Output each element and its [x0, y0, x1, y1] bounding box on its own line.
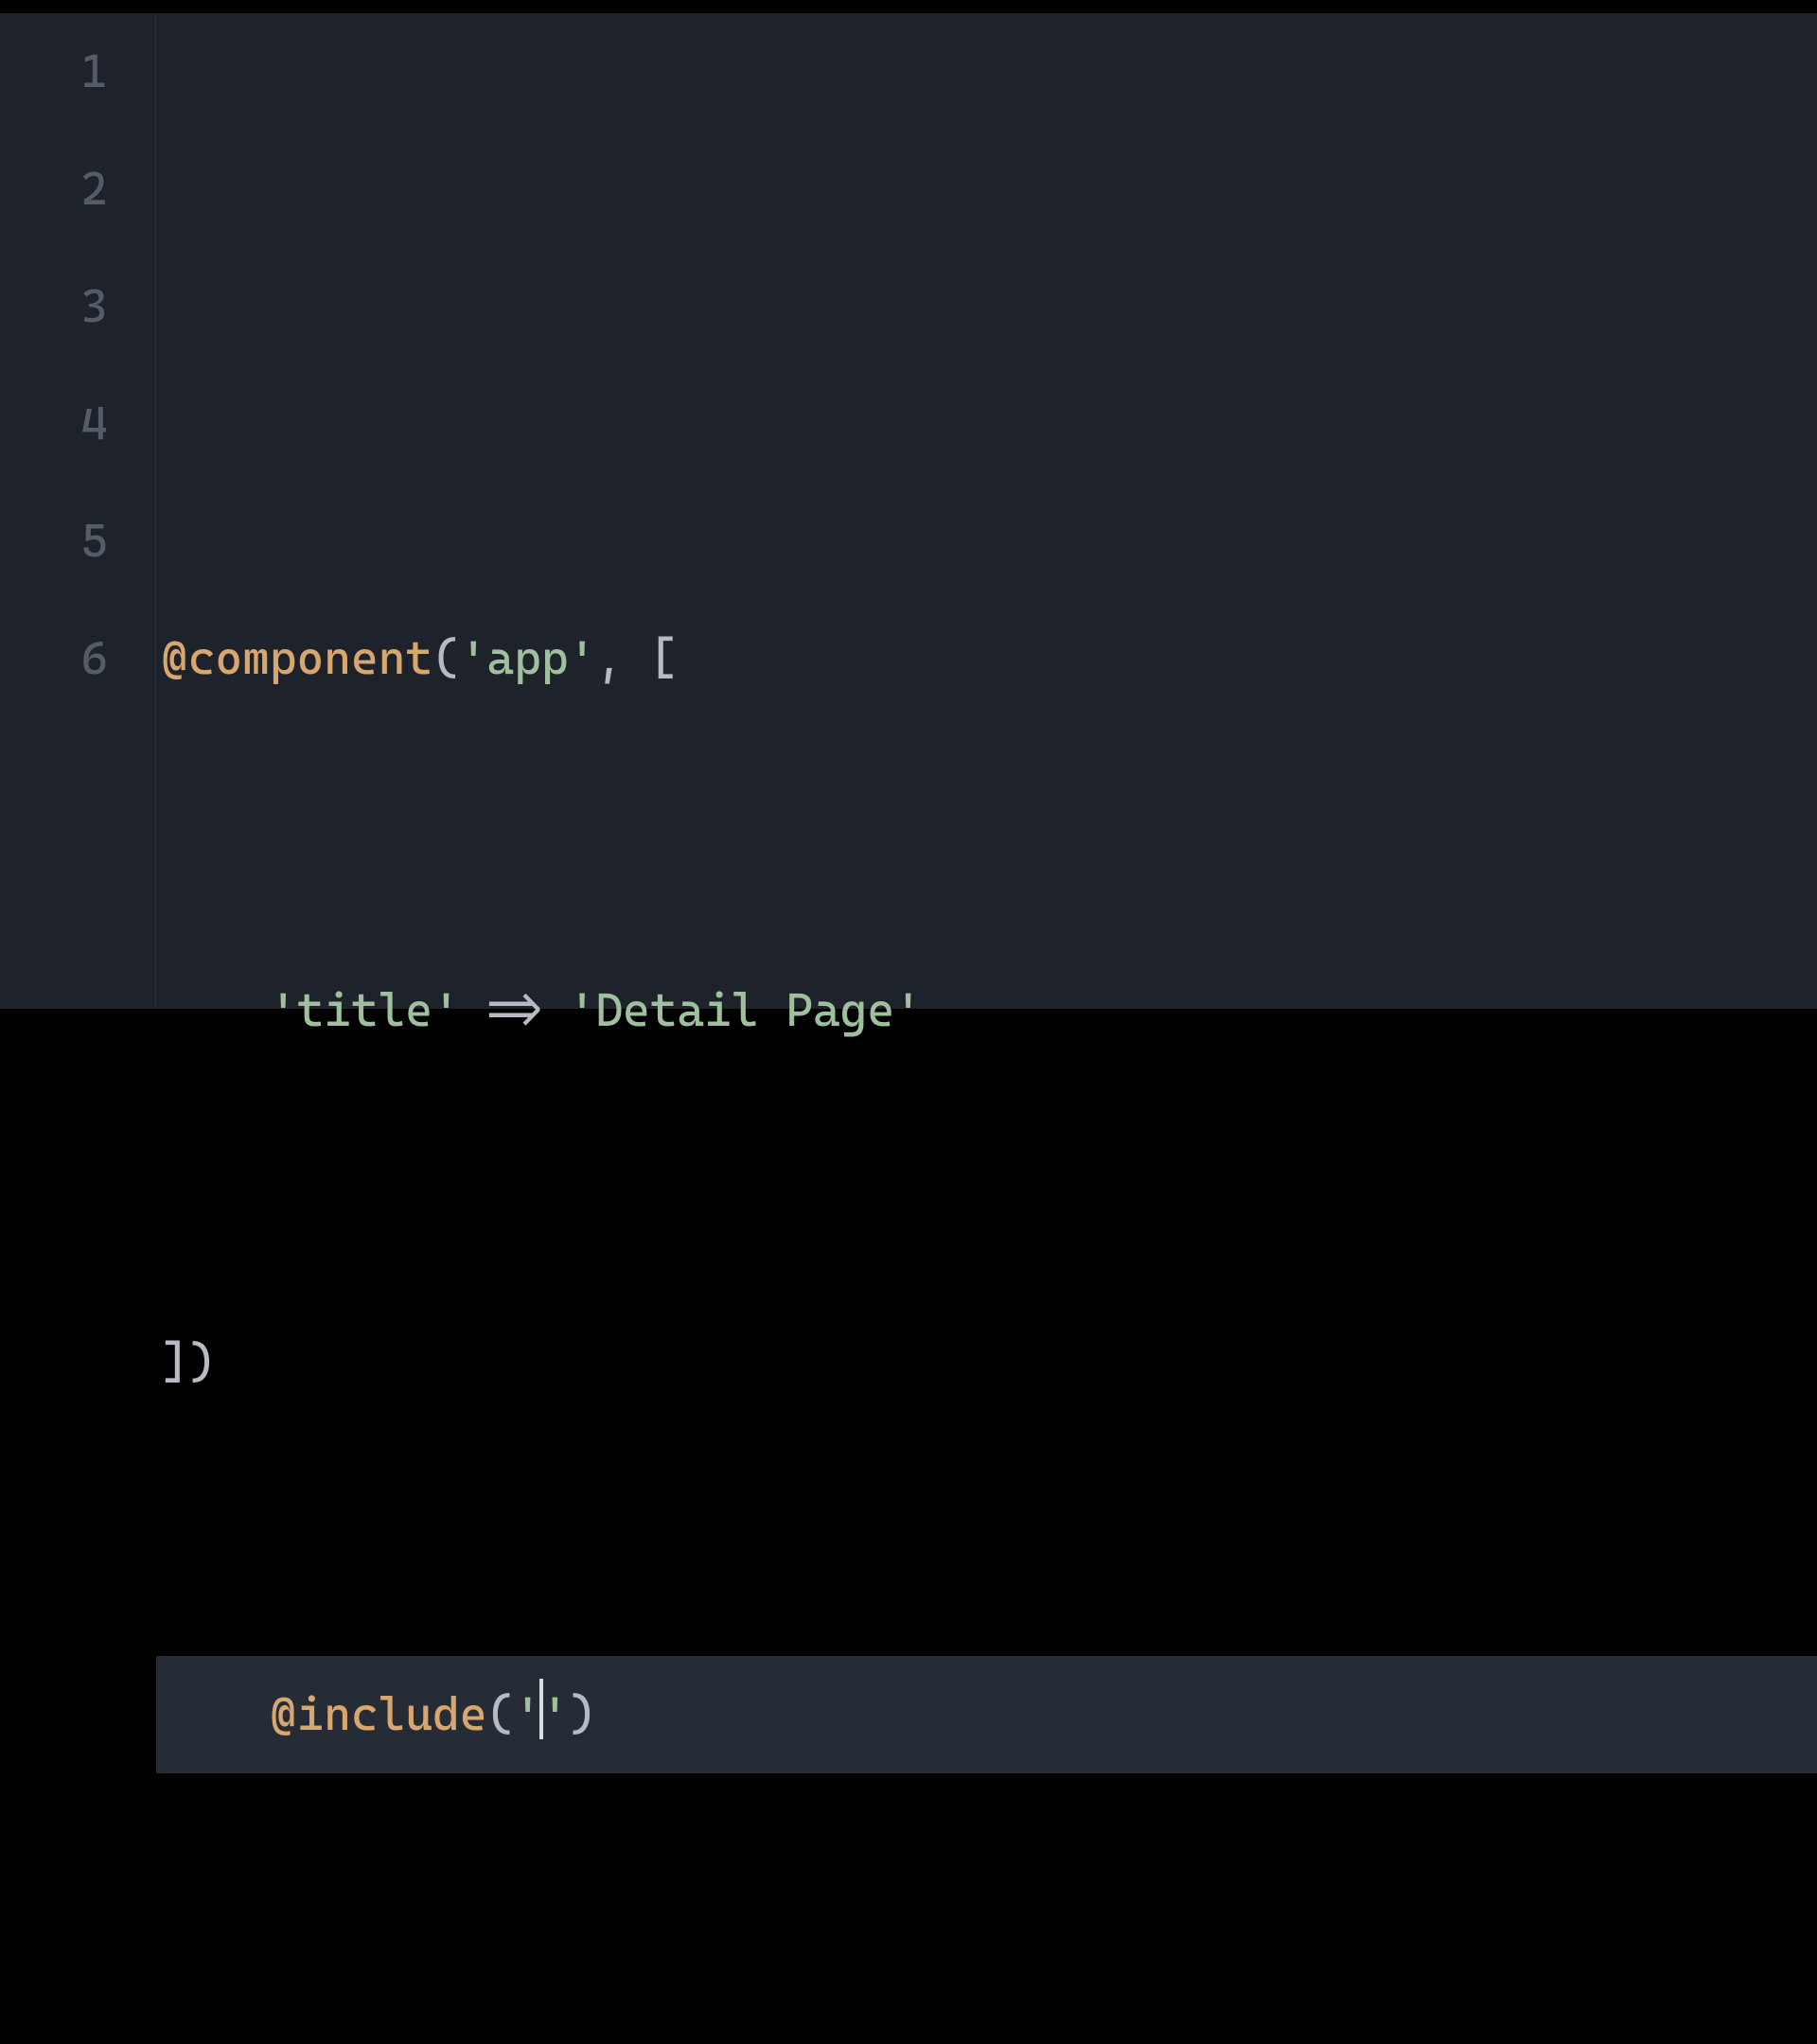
code-line[interactable]: 'title' => 'Detail Page': [156, 952, 1817, 1069]
string-quote: ': [894, 984, 922, 1037]
paren-close: ): [569, 1688, 596, 1741]
code-line[interactable]: @endcomponent: [156, 2008, 1817, 2044]
indent: [161, 1688, 270, 1741]
string-quote: ': [270, 984, 297, 1037]
line-number: 1: [0, 13, 108, 131]
paren-open: (: [432, 632, 460, 685]
string-literal: app: [487, 632, 569, 685]
code-editor[interactable]: 1 2 3 4 5 6 @component('app', [ 'title' …: [0, 13, 1817, 1009]
bracket-close: ]: [161, 1336, 188, 1389]
string-quote: ': [460, 632, 487, 685]
blade-directive: @endcomponent: [161, 2040, 514, 2044]
blade-directive: @include: [270, 1688, 487, 1741]
string-literal: title: [297, 984, 433, 1037]
string-quote: ': [569, 984, 596, 1037]
string-quote: ': [432, 984, 460, 1037]
code-line[interactable]: [156, 248, 1817, 365]
code-line[interactable]: @component('app', [: [156, 600, 1817, 717]
line-number: 4: [0, 365, 108, 483]
line-number: 6: [0, 600, 108, 717]
bracket-open: [: [650, 632, 678, 685]
indent: [161, 984, 270, 1037]
line-number: 2: [0, 131, 108, 248]
line-number: 5: [0, 483, 108, 600]
string-quote: ': [514, 1688, 541, 1741]
line-number: 3: [0, 248, 108, 365]
code-line[interactable]: ]): [156, 1304, 1817, 1421]
code-line-active[interactable]: @include(''): [156, 1656, 1817, 1773]
line-number-gutter: 1 2 3 4 5 6: [0, 13, 156, 1009]
code-area[interactable]: @component('app', [ 'title' => 'Detail P…: [156, 13, 1817, 1009]
comma: ,: [595, 632, 649, 685]
string-quote: ': [569, 632, 596, 685]
paren-open: (: [487, 1688, 515, 1741]
arrow-operator: =>: [460, 984, 569, 1037]
string-literal: Detail Page: [595, 984, 894, 1037]
paren-close: ): [188, 1336, 216, 1389]
string-quote: ': [541, 1688, 569, 1741]
blade-directive: @component: [161, 632, 432, 685]
